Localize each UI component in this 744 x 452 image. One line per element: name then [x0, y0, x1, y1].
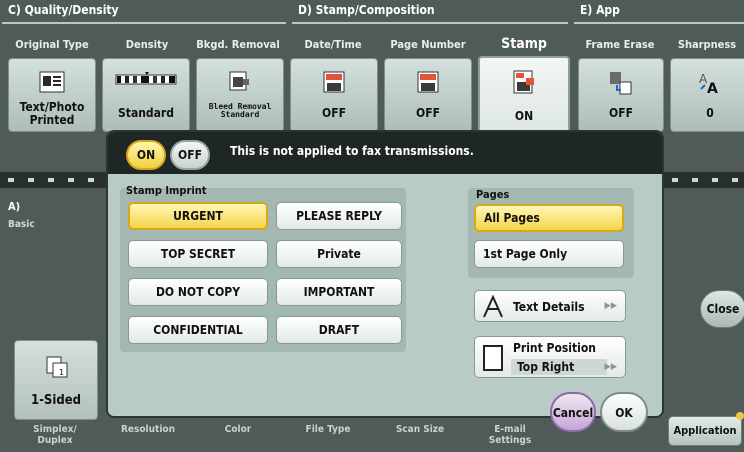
frame-erase-value: OFF — [609, 106, 633, 120]
bkgd-removal-tile[interactable]: Bleed Removal Standard — [196, 58, 284, 132]
section-basic-label: Basic — [8, 219, 35, 230]
svg-text:A: A — [707, 81, 718, 95]
tab-bkgd-removal[interactable]: Bkgd. Removal — [192, 38, 284, 56]
category-quality-density: C) Quality/Density — [8, 3, 119, 17]
close-button[interactable]: Close — [700, 290, 744, 328]
copier-control-panel: C) Quality/Density D) Stamp/Composition … — [0, 0, 744, 452]
print-position-value: Top Right — [511, 359, 607, 375]
text-details-button[interactable]: Text Details ▶▶ — [474, 290, 626, 322]
density-tile[interactable]: Standard — [102, 58, 190, 132]
tab-sharpness[interactable]: Sharpness — [668, 38, 744, 56]
fax-note: This is not applied to fax transmissions… — [230, 144, 474, 158]
section-letter: A) — [8, 200, 21, 213]
stamp-option-important[interactable]: IMPORTANT — [276, 278, 402, 306]
bottom-label-scan-size[interactable]: Scan Size — [380, 424, 460, 435]
stamp-on-toggle[interactable]: ON — [126, 140, 166, 170]
tab-date-time[interactable]: Date/Time — [288, 38, 378, 56]
text-details-label: Text Details — [513, 300, 585, 314]
stamp-dialog: ON OFF This is not applied to fax transm… — [108, 132, 662, 416]
bottom-label-file-type[interactable]: File Type — [288, 424, 368, 435]
tab-stamp[interactable]: Stamp — [476, 36, 572, 54]
category-divider — [292, 22, 568, 24]
category-divider — [574, 22, 744, 24]
pages-section: Pages All Pages 1st Page Only — [468, 188, 634, 278]
page-position-icon — [483, 345, 503, 375]
double-chevron-right-icon: ▶▶ — [604, 362, 617, 372]
sharpness-value: 0 — [706, 106, 714, 120]
application-indicator — [736, 412, 744, 420]
page-number-value: OFF — [416, 106, 440, 120]
tab-density[interactable]: Density — [102, 38, 192, 56]
date-time-value: OFF — [322, 106, 346, 120]
date-time-tile[interactable]: OFF — [290, 58, 378, 132]
print-position-button[interactable]: Print Position Top Right ▶▶ — [474, 336, 626, 378]
tab-original-type[interactable]: Original Type — [6, 38, 98, 56]
stamp-tile[interactable]: ON — [478, 56, 570, 134]
stamp-option-do-not-copy[interactable]: DO NOT COPY — [128, 278, 268, 306]
svg-text:1: 1 — [59, 368, 64, 377]
original-type-value: Text/Photo Printed — [19, 100, 85, 127]
sharpness-tile[interactable]: AA 0 — [670, 58, 744, 132]
application-button[interactable]: Application — [668, 416, 742, 446]
dialog-header: ON OFF This is not applied to fax transm… — [108, 132, 662, 174]
sharpness-icon: AA — [697, 71, 723, 99]
category-stamp-composition: D) Stamp/Composition — [298, 3, 435, 17]
page-number-icon — [415, 71, 441, 97]
stamp-imprint-section: Stamp Imprint URGENT PLEASE REPLY TOP SE… — [120, 184, 406, 352]
stamp-option-top-secret[interactable]: TOP SECRET — [128, 240, 268, 268]
stamp-option-private[interactable]: Private — [276, 240, 402, 268]
date-time-stamp-icon — [321, 71, 347, 97]
tab-page-number[interactable]: Page Number — [382, 38, 474, 56]
print-position-label: Print Position — [513, 341, 596, 355]
original-type-tile[interactable]: Text/Photo Printed — [8, 58, 96, 132]
stamp-option-draft[interactable]: DRAFT — [276, 316, 402, 344]
stamp-value: ON — [514, 109, 534, 123]
ok-button[interactable]: OK — [600, 392, 648, 432]
simplex-duplex-tile[interactable]: 1 1-Sided — [14, 340, 98, 420]
pages-title: Pages — [476, 188, 510, 201]
density-scale-icon — [115, 71, 177, 90]
tab-frame-erase[interactable]: Frame Erase — [576, 38, 664, 56]
bottom-label-simplex-duplex[interactable]: Simplex/ Duplex — [12, 424, 98, 446]
pages-option-all[interactable]: All Pages — [474, 204, 624, 232]
simplex-icon: 1 — [45, 355, 69, 383]
category-divider — [2, 22, 286, 24]
page-number-tile[interactable]: OFF — [384, 58, 472, 132]
bottom-label-email-settings[interactable]: E-mail Settings — [470, 424, 550, 446]
stamp-option-please-reply[interactable]: PLEASE REPLY — [276, 202, 402, 230]
stamp-option-urgent[interactable]: URGENT — [128, 202, 268, 230]
pages-option-first[interactable]: 1st Page Only — [474, 240, 624, 268]
double-chevron-right-icon: ▶▶ — [604, 301, 617, 311]
panel-separator-strip — [0, 172, 110, 188]
stamp-off-toggle[interactable]: OFF — [170, 140, 210, 170]
frame-erase-icon — [609, 71, 633, 99]
stamp-option-confidential[interactable]: CONFIDENTIAL — [128, 316, 268, 344]
bottom-label-color[interactable]: Color — [198, 424, 278, 435]
stamp-icon — [512, 70, 536, 98]
bottom-label-resolution[interactable]: Resolution — [108, 424, 188, 435]
font-letter-icon — [481, 294, 505, 323]
simplex-value: 1-Sided — [30, 393, 82, 408]
density-value: Standard — [118, 106, 174, 120]
document-photo-icon — [39, 71, 65, 97]
background-removal-icon — [229, 71, 251, 95]
bkgd-removal-value: Bleed Removal Standard — [208, 102, 272, 119]
stamp-imprint-title: Stamp Imprint — [126, 184, 207, 197]
cancel-button[interactable]: Cancel — [550, 392, 596, 432]
frame-erase-tile[interactable]: OFF — [578, 58, 664, 132]
panel-separator-strip — [660, 172, 744, 188]
category-app: E) App — [580, 3, 620, 17]
